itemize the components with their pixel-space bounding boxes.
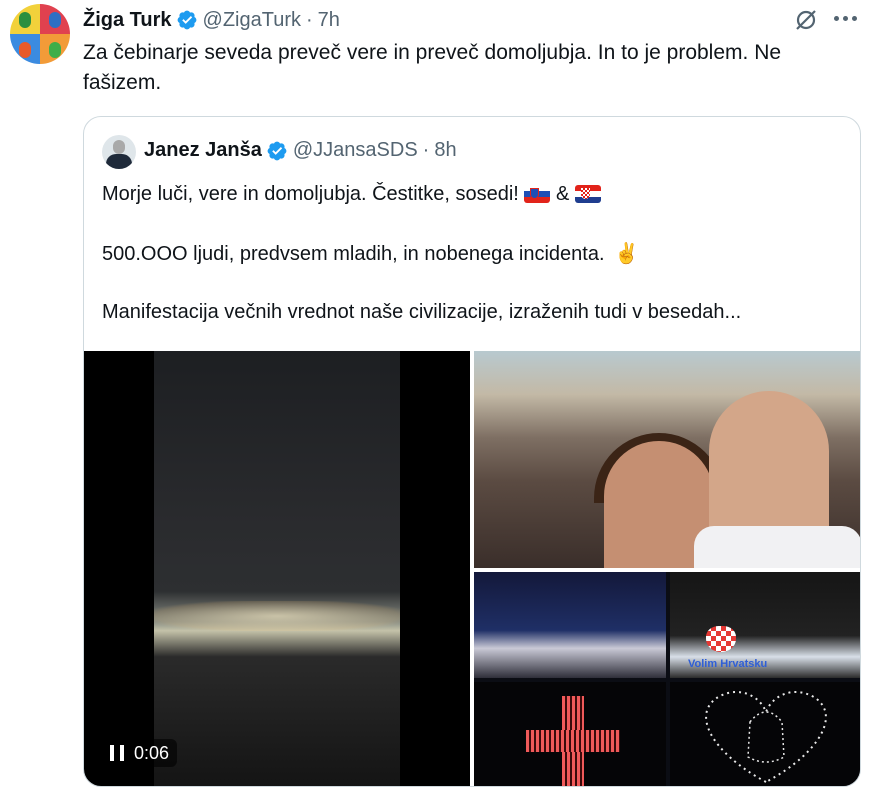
drone-collage-photo[interactable]: Volim Hrvatsku — [474, 572, 860, 786]
quoted-tweet[interactable]: Janez Janša @JJansaSDS · 8h Morje luči, … — [83, 116, 861, 787]
croatia-flag-icon — [574, 185, 601, 203]
quoted-text-line-1: Morje luči, vere in domoljubja. Čestitke… — [102, 180, 601, 208]
more-icon[interactable] — [834, 16, 860, 24]
croatian-heart-icon — [706, 626, 736, 652]
video-lights — [154, 601, 400, 631]
quoted-tweet-time[interactable]: 8h — [434, 139, 456, 162]
quoted-text-line-3: Manifestacija večnih vrednot naše civili… — [102, 301, 742, 323]
video-player[interactable]: 0:06 — [84, 351, 470, 786]
quoted-author-avatar[interactable] — [102, 135, 136, 169]
verified-badge-icon — [267, 141, 287, 160]
victory-hand-emoji: ✌️ — [614, 243, 639, 265]
quoted-text-line-2: 500.OOO ljudi, predvsem mladih, in noben… — [102, 240, 639, 268]
collage-cell-stage — [474, 572, 666, 678]
author-avatar[interactable] — [10, 4, 70, 64]
photo-shirt — [694, 526, 860, 568]
grok-icon[interactable] — [793, 7, 819, 33]
video-time: 0:06 — [134, 742, 170, 763]
separator-dot: · — [422, 139, 430, 161]
author-handle[interactable]: @ZigaTurk — [203, 9, 301, 32]
selfie-photo[interactable] — [474, 351, 860, 568]
tweet-time[interactable]: 7h — [318, 9, 340, 32]
quoted-tweet-header: Janez Janša @JJansaSDS · 8h — [144, 139, 457, 162]
drone-heart-icon — [705, 691, 827, 784]
video-controls[interactable]: 0:06 — [102, 739, 178, 767]
drone-cross-horizontal — [526, 730, 620, 752]
tweet-header: Žiga Turk @ZigaTurk · 7h — [83, 6, 340, 34]
author-name[interactable]: Žiga Turk — [83, 9, 172, 32]
tweet-text: Za čebinarje seveda preveč vere in preve… — [83, 41, 782, 94]
pause-icon[interactable] — [110, 745, 124, 761]
slovenia-flag-icon — [524, 185, 551, 203]
verified-badge-icon — [177, 10, 196, 30]
quoted-text-amp: & — [550, 183, 575, 205]
video-frame — [154, 351, 400, 786]
quoted-author-handle[interactable]: @JJansaSDS — [293, 139, 418, 162]
collage-cell-madonna — [670, 682, 860, 786]
quoted-text-2: 500.OOO ljudi, predvsem mladih, in noben… — [102, 243, 611, 265]
quoted-author-name[interactable]: Janez Janša — [144, 139, 262, 162]
collage-cell-cross — [474, 682, 666, 786]
quoted-text-1: Morje luči, vere in domoljubja. Čestitke… — [102, 183, 525, 205]
collage-label: Volim Hrvatsku — [688, 658, 768, 670]
separator-dot: · — [306, 8, 313, 31]
